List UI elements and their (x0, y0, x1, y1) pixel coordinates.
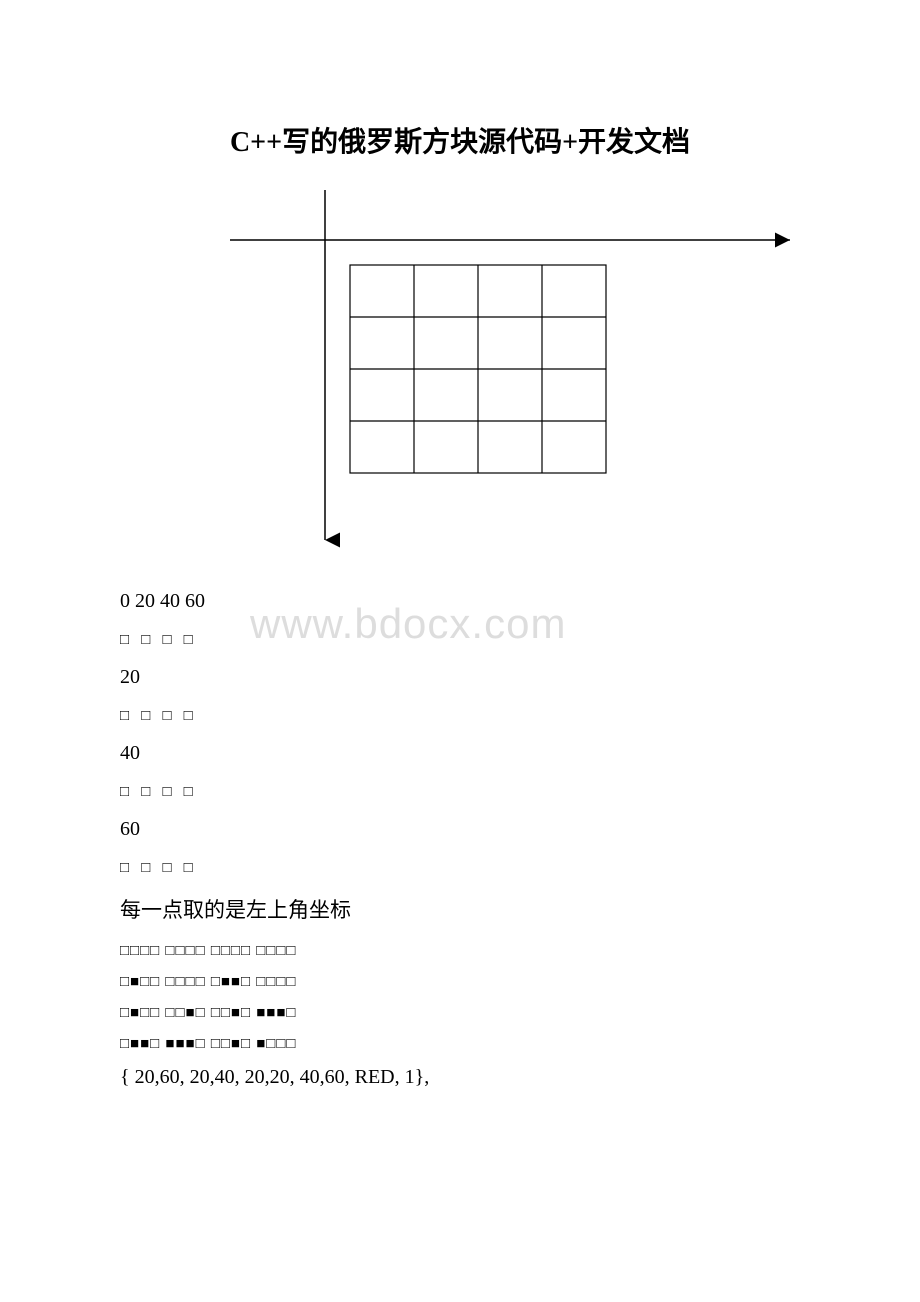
coordinate-diagram (210, 190, 810, 550)
shape-row: □■■□ ■■■□ □□■□ ■□□□ (120, 1035, 800, 1052)
grid-row: □ □ □ □ (120, 631, 800, 648)
shape-row: □□□□ □□□□ □□□□ □□□□ (120, 942, 800, 959)
page-title: C++写的俄罗斯方块源代码+开发文档 (120, 120, 800, 160)
grid-row: □ □ □ □ (120, 859, 800, 876)
shape-row: □■□□ □□□□ □■■□ □□□□ (120, 973, 800, 990)
row-label: 60 (120, 818, 800, 841)
body-content: 0 20 40 60 □ □ □ □ 20 □ □ □ □ 40 □ □ □ □… (120, 590, 800, 1089)
coord-header: 0 20 40 60 (120, 590, 800, 613)
row-label: 20 (120, 666, 800, 689)
code-line: { 20,60, 20,40, 20,20, 40,60, RED, 1}, (120, 1066, 800, 1089)
note-text: 每一点取的是左上角坐标 (120, 894, 800, 924)
grid-row: □ □ □ □ (120, 707, 800, 724)
shape-row: □■□□ □□■□ □□■□ ■■■□ (120, 1004, 800, 1021)
row-label: 40 (120, 742, 800, 765)
grid-row: □ □ □ □ (120, 783, 800, 800)
